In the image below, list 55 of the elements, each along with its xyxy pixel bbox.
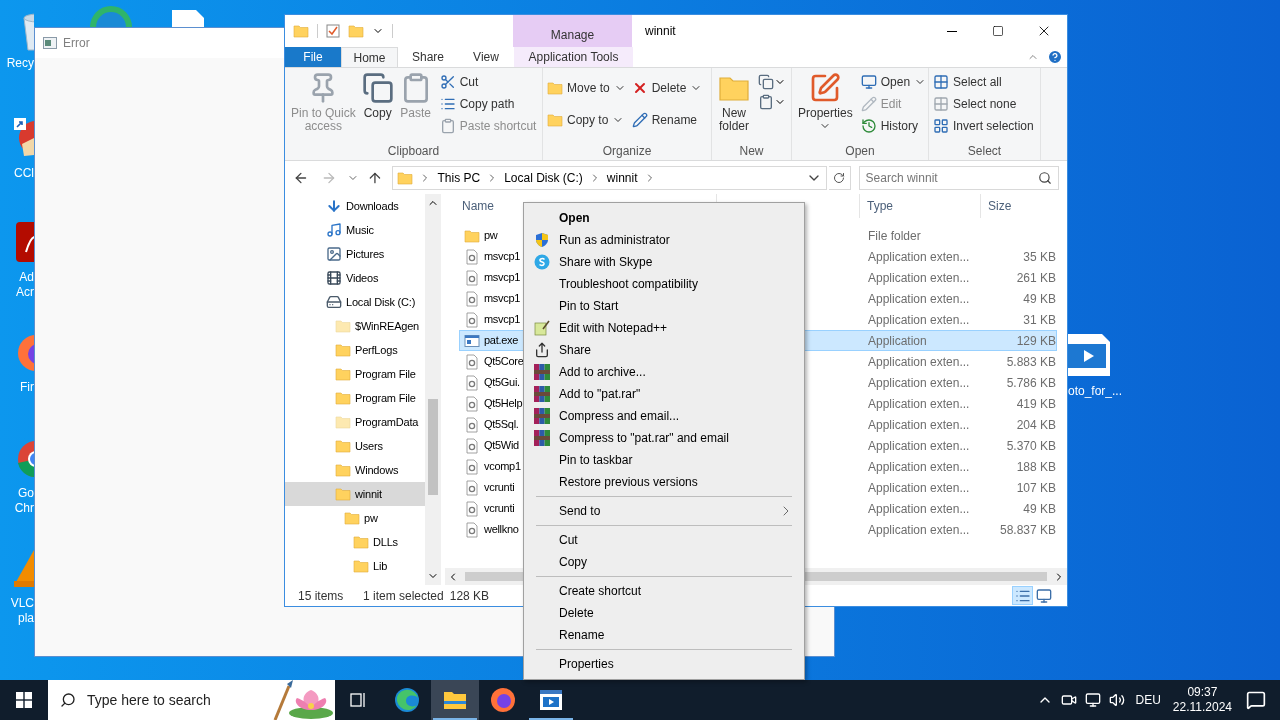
ribbon-group-label: Organize [601,143,653,160]
file-type: Application exten... [867,416,971,434]
ribbon-group-label: New [738,143,765,160]
file-name: Qt5Core [484,354,524,370]
file-size: 49 KB [1022,500,1056,518]
file-type: Application exten... [867,353,971,371]
file-name: msvcp1 [484,291,521,307]
file-name: msvcp1 [484,249,521,265]
file-name: Qt5Gui. [484,375,520,391]
file-type: File folder [867,227,922,245]
file-size: 129 KB [1015,332,1056,350]
file-type: Application exten... [867,248,971,266]
file-type: Application exten... [867,395,971,413]
file-size: 5.883 KB [1005,353,1056,371]
window-title: winnit [644,23,676,40]
file-name: vcrunti [484,480,515,496]
ribbon-group-label: Select [966,143,1003,160]
ribbon-group-label: Clipboard [386,143,441,160]
file-size: 5.370 KB [1005,437,1056,455]
file-size: 31 KB [1022,311,1056,329]
file-size: 5.786 KB [1005,374,1056,392]
file-size: 261 KB [1015,269,1056,287]
ribbon-group-label: Open [844,143,876,160]
file-type: Application exten... [867,374,971,392]
context-tab-header: Manage [513,15,632,47]
status-text: 1 item selected [363,587,444,605]
file-name: msvcp1 [484,270,521,286]
file-name: pw [484,228,498,244]
file-name: pat.exe [484,333,518,349]
file-type: Application exten... [867,479,971,497]
file-type: Application [867,332,928,350]
file-size: 35 KB [1022,248,1056,266]
file-type: Application exten... [867,269,971,287]
file-type: Application exten... [867,458,971,476]
file-name: vcomp1 [484,459,521,475]
file-type: Application exten... [867,311,971,329]
file-size: 204 KB [1015,416,1056,434]
status-text: 15 items [298,587,345,605]
file-name: Qt5Sql. [484,417,519,433]
file-size: 419 KB [1015,395,1056,413]
file-size: 49 KB [1022,290,1056,308]
file-type: Application exten... [867,500,971,518]
file-name: Qt5Help [484,396,523,412]
file-name: wellkno [484,522,519,538]
status-text: 128 KB [449,587,490,605]
window-title: Error [63,35,90,52]
file-name: Qt5Wid [484,438,519,454]
file-type: Application exten... [867,521,971,539]
file-size: 188 KB [1015,458,1056,476]
file-size: 58.837 KB [998,521,1056,539]
file-type: Application exten... [867,437,971,455]
file-type: Application exten... [867,290,971,308]
file-name: vcrunti [484,501,515,517]
file-name: msvcp1 [484,312,521,328]
file-size: 107 KB [1015,479,1056,497]
